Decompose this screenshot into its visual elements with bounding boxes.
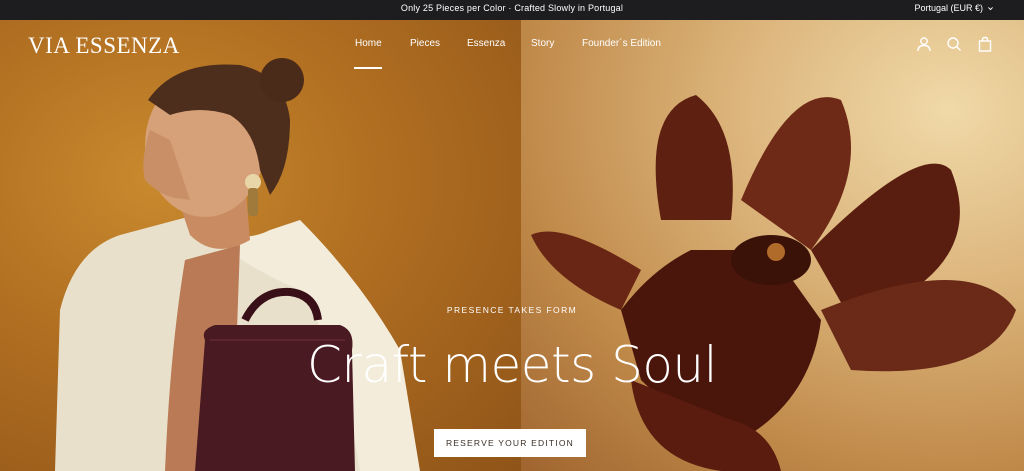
main-nav: Home Pieces Essenza Story Founder´s Edit… [0, 38, 1024, 52]
model-illustration [55, 58, 420, 471]
hero-banner: VIA ESSENZA Home Pieces Essenza Story Fo… [0, 20, 1024, 471]
locale-selector[interactable]: Portugal (EUR €) [914, 3, 994, 13]
search-icon[interactable] [946, 36, 962, 52]
nav-story[interactable]: Story [531, 38, 554, 49]
account-icon[interactable] [916, 36, 932, 52]
hero-kicker: PRESENCE TAKES FORM [446, 305, 578, 315]
hero-headline: Craft meets Soul [306, 336, 718, 394]
announcement-bar: Only 25 Pieces per Color · Crafted Slowl… [0, 0, 1024, 20]
nav-founders-edition[interactable]: Founder´s Edition [582, 38, 661, 49]
announcement-text: Only 25 Pieces per Color · Crafted Slowl… [400, 3, 624, 13]
chevron-down-icon [988, 6, 993, 10]
reserve-edition-button[interactable]: RESERVE YOUR EDITION [434, 429, 586, 457]
cart-icon[interactable] [977, 36, 993, 52]
nav-home[interactable]: Home [355, 38, 382, 49]
nav-pieces[interactable]: Pieces [410, 38, 440, 49]
nav-active-indicator [354, 67, 382, 69]
orchid-illustration [531, 95, 1016, 471]
locale-label: Portugal (EUR €) [914, 3, 983, 13]
nav-essenza[interactable]: Essenza [467, 38, 505, 49]
